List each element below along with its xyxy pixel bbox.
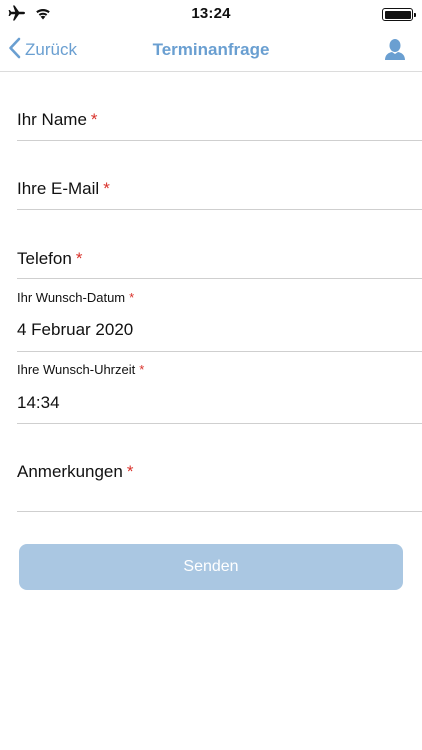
navigation-bar: Zurück Terminanfrage (0, 28, 422, 72)
email-label-text: Ihre E-Mail (17, 179, 100, 198)
back-label: Zurück (25, 40, 77, 59)
notes-label: Anmerkungen * (17, 462, 133, 482)
notes-field[interactable]: Anmerkungen * (17, 424, 422, 512)
battery-fill (384, 10, 411, 19)
send-button[interactable]: Senden (19, 544, 403, 590)
date-value[interactable]: 4 Februar 2020 (17, 320, 133, 340)
required-marker: * (129, 290, 135, 305)
required-marker: * (75, 249, 83, 268)
required-marker: * (139, 362, 145, 377)
date-field[interactable]: Ihr Wunsch-Datum * 4 Februar 2020 (17, 279, 422, 352)
status-time: 13:24 (191, 5, 231, 22)
chevron-left-icon (8, 37, 21, 64)
required-marker: * (90, 110, 98, 129)
email-label: Ihre E-Mail * (17, 179, 110, 199)
back-button[interactable]: Zurück (8, 28, 77, 72)
battery-tip (413, 12, 416, 17)
date-label: Ihr Wunsch-Datum * (17, 290, 134, 305)
required-marker: * (126, 462, 134, 481)
time-label: Ihre Wunsch-Uhrzeit * (17, 362, 144, 377)
battery-icon (382, 8, 416, 21)
email-field[interactable]: Ihre E-Mail * (17, 165, 422, 210)
notes-label-text: Anmerkungen (17, 462, 123, 481)
name-label: Ihr Name * (17, 110, 98, 130)
phone-label: Telefon * (17, 249, 82, 269)
name-label-text: Ihr Name (17, 110, 87, 129)
name-field[interactable]: Ihr Name * (17, 96, 422, 141)
time-value[interactable]: 14:34 (17, 393, 60, 413)
date-label-text: Ihr Wunsch-Datum (17, 290, 126, 305)
phone-field[interactable]: Telefon * (17, 234, 422, 279)
phone-label-text: Telefon (17, 249, 72, 268)
user-icon[interactable] (384, 38, 406, 62)
time-field[interactable]: Ihre Wunsch-Uhrzeit * 14:34 (17, 352, 422, 424)
status-bar: 13:24 (0, 0, 422, 28)
time-label-text: Ihre Wunsch-Uhrzeit (17, 362, 136, 377)
required-marker: * (103, 179, 110, 198)
